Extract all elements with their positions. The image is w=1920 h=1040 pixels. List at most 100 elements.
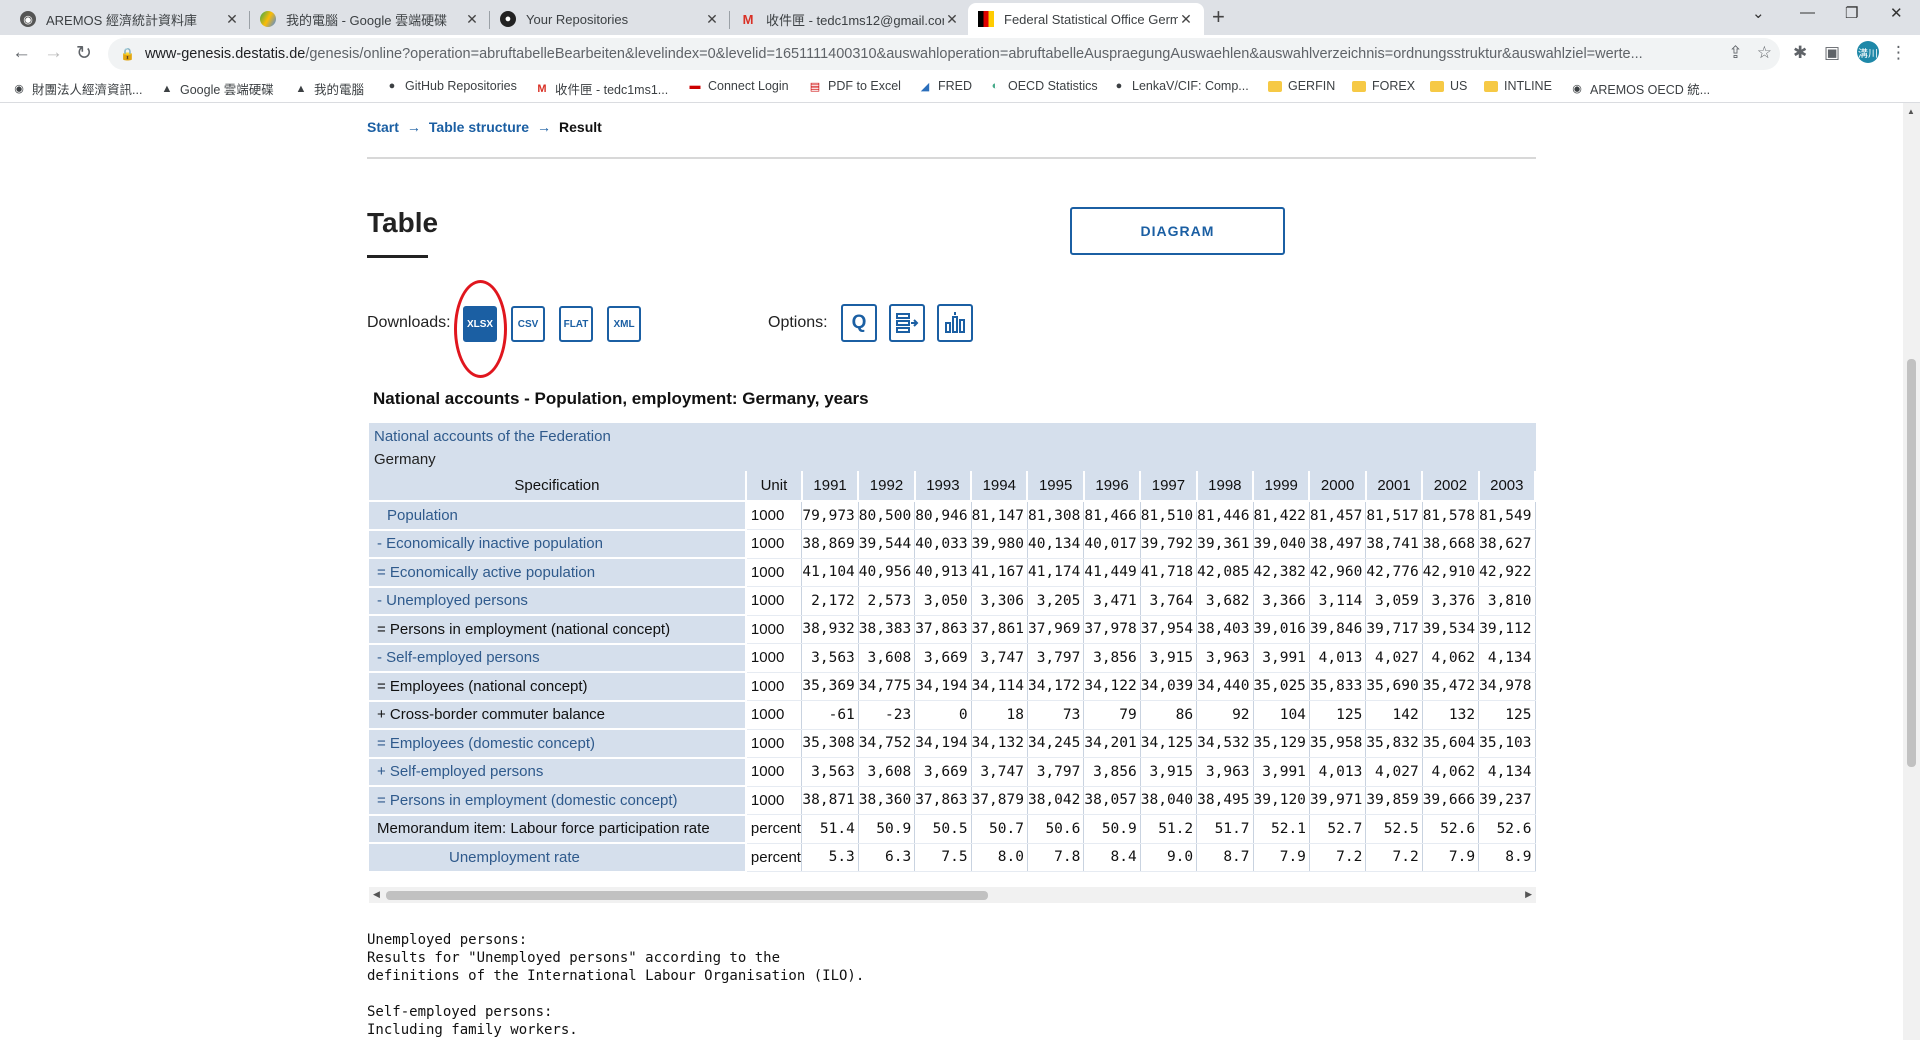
bookmark-item[interactable]: INTLINE (1484, 79, 1552, 93)
table-row: = Employees (domestic concept) 1000 35,308… (369, 729, 1536, 759)
vertical-scrollbar[interactable]: ▲ (1903, 103, 1920, 1040)
table-source-label[interactable]: National accounts of the Federation (374, 428, 611, 445)
close-icon[interactable]: ✕ (1178, 11, 1194, 28)
table-title: National accounts - Population, employme… (373, 389, 869, 408)
chart-option-button[interactable] (937, 304, 973, 342)
window-close-icon[interactable]: ✕ (1890, 4, 1903, 22)
download-flat-button[interactable]: FLAT (559, 306, 593, 342)
table-cell: 4,027 (1365, 643, 1423, 673)
table-cell: 3,471 (1083, 586, 1141, 616)
row-specification[interactable]: Unemployment rate (369, 843, 747, 873)
chevron-down-icon[interactable]: ⌄ (1752, 4, 1765, 22)
menu-icon[interactable]: ⋮ (1890, 43, 1907, 63)
table-cell: 38,497 (1309, 529, 1367, 559)
bookmark-item[interactable]: ◉ AREMOS OECD 統... (1570, 79, 1710, 98)
row-specification[interactable]: Population (369, 501, 747, 531)
table-cell: 3,563 (801, 643, 859, 673)
scrollbar-thumb[interactable] (386, 891, 988, 900)
query-option-button[interactable]: Q (841, 304, 877, 342)
bookmark-item[interactable]: ◐ OECD Statistics (988, 79, 1098, 93)
tab-destatis[interactable]: Federal Statistical Office Germany ✕ (968, 3, 1204, 35)
horizontal-scrollbar[interactable]: ◀ ▶ (369, 887, 1536, 903)
bookmark-item[interactable]: FOREX (1352, 79, 1415, 93)
table-cell: 37,863 (914, 786, 972, 815)
close-icon[interactable]: ✕ (464, 11, 480, 28)
scroll-up-icon[interactable]: ▲ (1907, 107, 1915, 116)
column-header-year: 1991 (801, 471, 860, 502)
table-cell: 3,856 (1083, 757, 1141, 787)
table-cell: 38,383 (858, 615, 916, 644)
column-header-year: 2000 (1309, 471, 1367, 502)
bookmark-item[interactable]: ● GitHub Repositories (385, 79, 517, 93)
row-specification[interactable]: = Economically active population (369, 558, 747, 588)
table-cell: 35,958 (1309, 729, 1367, 758)
scroll-right-icon[interactable]: ▶ (1525, 889, 1532, 900)
close-icon[interactable]: ✕ (224, 11, 240, 28)
table-cell: 3,797 (1027, 757, 1085, 787)
tab-github[interactable]: ● Your Repositories ✕ (490, 3, 730, 35)
table-cell: 52.6 (1478, 814, 1536, 844)
bookmark-item[interactable]: M 收件匣 - tedc1ms1... (535, 79, 668, 98)
address-bar[interactable]: 🔒 www-genesis.destatis.de/genesis/online… (108, 38, 1780, 70)
scroll-left-icon[interactable]: ◀ (373, 889, 380, 900)
table-cell: 3,747 (971, 643, 1028, 673)
table-cell: 3,608 (858, 757, 916, 787)
bookmark-item[interactable]: ◢ FRED (918, 79, 972, 93)
back-icon[interactable]: ← (12, 42, 31, 64)
table-cell: 34,125 (1140, 729, 1198, 758)
column-header-year: 2001 (1365, 471, 1424, 502)
row-specification[interactable]: + Self-employed persons (369, 757, 747, 787)
download-xml-button[interactable]: XML (607, 306, 641, 342)
bookmark-item[interactable]: ● LenkaV/CIF: Comp... (1112, 79, 1249, 93)
side-panel-icon[interactable]: ▣ (1824, 43, 1840, 63)
bookmark-item[interactable]: ▲ Google 雲端硬碟 (160, 79, 274, 98)
table-cell: 3,669 (914, 643, 972, 673)
download-csv-button[interactable]: CSV (511, 306, 545, 342)
bookmark-item[interactable]: ▬ Connect Login (688, 79, 789, 93)
reload-icon[interactable]: ↻ (76, 42, 92, 65)
bookmark-item[interactable]: ▲ 我的電腦 (294, 79, 364, 98)
row-specification[interactable]: - Economically inactive population (369, 529, 747, 559)
bookmark-item[interactable]: ▤ PDF to Excel (808, 79, 901, 93)
table-cell: 3,306 (971, 586, 1028, 616)
row-unit: percent (745, 843, 803, 872)
tab-aremos[interactable]: ◉ AREMOS 經濟統計資料庫 ✕ (10, 3, 250, 35)
row-specification[interactable]: - Unemployed persons (369, 586, 747, 616)
bookmark-item[interactable]: ◉ 財團法人經濟資訊... (12, 79, 142, 98)
row-specification[interactable]: = Persons in employment (domestic concep… (369, 786, 747, 816)
table-row: Memorandum item: Labour force participat… (369, 814, 1536, 844)
scrollbar-thumb[interactable] (1907, 359, 1916, 767)
breadcrumb-start[interactable]: Start (367, 119, 399, 135)
table-cell: 34,245 (1027, 729, 1085, 758)
bookmark-label: 我的電腦 (314, 83, 365, 97)
data-table: Specification Unit 1991 1992 1993 1994 1995 1… (369, 471, 1536, 873)
close-icon[interactable]: ✕ (704, 11, 720, 28)
profile-avatar[interactable]: 溝川 (1857, 41, 1879, 63)
table-cell: 34,039 (1140, 672, 1198, 701)
minimize-icon[interactable]: — (1800, 4, 1815, 21)
pivot-option-button[interactable] (889, 304, 925, 342)
table-cell: 3,764 (1140, 586, 1198, 616)
extensions-icon[interactable]: ✱ (1793, 43, 1807, 63)
row-unit: 1000 (745, 643, 803, 673)
share-icon[interactable]: ⇪ (1728, 43, 1742, 62)
table-cell: 38,057 (1083, 786, 1141, 815)
breadcrumb-table-structure[interactable]: Table structure (429, 119, 529, 135)
new-tab-icon[interactable]: + (1212, 4, 1225, 30)
row-specification[interactable]: - Self-employed persons (369, 643, 747, 673)
close-icon[interactable]: ✕ (944, 11, 960, 28)
tab-google-drive[interactable]: 我的電腦 - Google 雲端硬碟 ✕ (250, 3, 490, 35)
tab-gmail[interactable]: M 收件匣 - tedc1ms12@gmail.com ✕ (730, 3, 970, 35)
row-specification: + Cross-border commuter balance (369, 700, 747, 730)
row-specification[interactable]: = Employees (domestic concept) (369, 729, 747, 759)
row-unit: percent (745, 814, 803, 844)
forward-icon[interactable]: → (44, 42, 63, 64)
row-unit: 1000 (745, 757, 803, 787)
diagram-button[interactable]: DIAGRAM (1070, 207, 1285, 255)
bookmark-item[interactable]: GERFIN (1268, 79, 1335, 93)
bookmark-label: FRED (938, 79, 973, 93)
bookmark-item[interactable]: US (1430, 79, 1467, 93)
restore-icon[interactable]: ❐ (1845, 4, 1858, 22)
star-icon[interactable]: ☆ (1757, 43, 1772, 62)
google-drive-icon: ▲ (295, 82, 307, 95)
